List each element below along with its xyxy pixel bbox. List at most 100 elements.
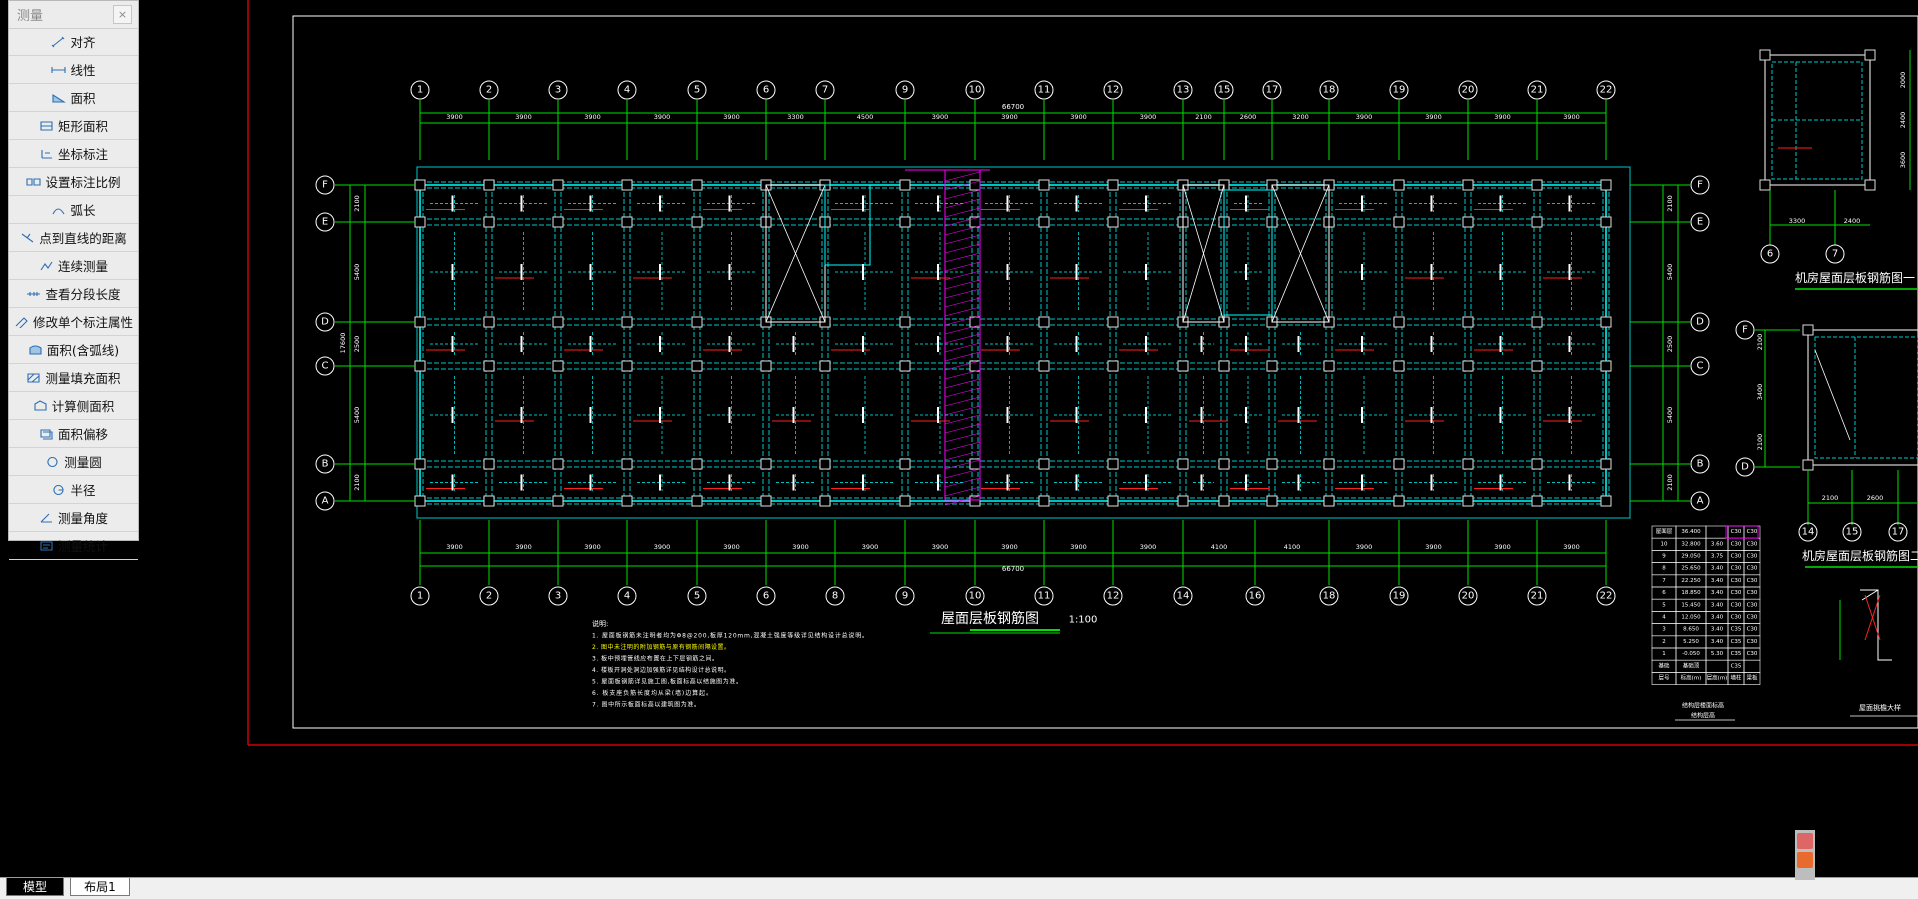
tool-rect-area[interactable]: 矩形面积 bbox=[9, 112, 138, 140]
hatch-line bbox=[944, 234, 981, 245]
undo-icon[interactable] bbox=[1797, 833, 1813, 849]
axis-label: 6 bbox=[763, 85, 769, 96]
tool-measure-circle[interactable]: 测量圆 bbox=[9, 448, 138, 476]
dim-span-bottom: 3900 bbox=[1425, 543, 1442, 551]
axis-label: 15 bbox=[1846, 527, 1859, 538]
column bbox=[1218, 458, 1230, 470]
rebar-mark bbox=[1430, 195, 1433, 212]
tool-scale-setting[interactable]: 设置标注比例 bbox=[9, 168, 138, 196]
note-line: 1. 屋面板钢筋未注明者均为Φ8@200,板厚120mm,混凝土强度等级详见结构… bbox=[592, 632, 868, 640]
dim-span-bottom: 3900 bbox=[1070, 543, 1087, 551]
rebar-mark bbox=[451, 474, 454, 491]
rebar-mark bbox=[1499, 195, 1502, 212]
tool-segment-length[interactable]: 查看分段长度 bbox=[9, 280, 138, 308]
linear-measure-icon bbox=[51, 66, 67, 73]
column bbox=[1107, 495, 1119, 507]
note-line: 7. 图中所示板面标高以建筑图为准。 bbox=[592, 701, 700, 709]
tool-align-measure[interactable]: 对齐 bbox=[9, 28, 138, 56]
coordinate-mark-icon bbox=[41, 149, 52, 159]
rebar-mark bbox=[862, 195, 864, 212]
axis-label: 10 bbox=[969, 85, 982, 96]
tool-label: 对齐 bbox=[70, 35, 96, 50]
tool-arc-length[interactable]: 弧长 bbox=[9, 196, 138, 224]
hatch-line bbox=[944, 252, 981, 263]
hatch-line bbox=[944, 207, 981, 218]
column bbox=[1531, 179, 1543, 191]
tool-continuous-measure[interactable]: 连续测量 bbox=[9, 252, 138, 280]
tool-radius[interactable]: 半径 bbox=[9, 476, 138, 504]
axis-label: 16 bbox=[1249, 591, 1262, 602]
tool-arc-area[interactable]: 面积(含弧线) bbox=[9, 336, 138, 364]
column bbox=[483, 179, 495, 191]
rebar-mark bbox=[659, 407, 661, 423]
tool-measure-angle[interactable]: 测量角度 bbox=[9, 504, 138, 532]
axis-label: 21 bbox=[1531, 591, 1544, 602]
rebar-mark bbox=[1361, 336, 1363, 352]
table-text: C30 bbox=[1747, 651, 1758, 657]
axis-label: 6 bbox=[763, 591, 769, 602]
tool-label: 线性 bbox=[70, 63, 96, 78]
table-text: 3.40 bbox=[1711, 602, 1724, 608]
detail1-dim-text: 2400 bbox=[1844, 217, 1861, 225]
column bbox=[1107, 316, 1119, 328]
drawing-canvas[interactable]: 66700 1 3900 2 3900 3 3900 4 3900 5 3900 6 3300 7 4500… bbox=[0, 0, 1918, 877]
segment-length-icon bbox=[27, 291, 41, 296]
column bbox=[1531, 458, 1543, 470]
tool-edit-mark[interactable]: 修改单个标注属性 bbox=[9, 308, 138, 336]
rebar-mark bbox=[937, 407, 939, 423]
column bbox=[899, 495, 911, 507]
hatch-line bbox=[944, 297, 981, 308]
measure-panel-header: 测量 × bbox=[9, 1, 138, 29]
rebar-mark bbox=[1430, 336, 1433, 352]
tab-model[interactable]: 模型 bbox=[6, 878, 64, 896]
rebar-mark bbox=[1200, 336, 1203, 352]
column bbox=[691, 495, 703, 507]
table-text: 25.650 bbox=[1681, 566, 1701, 572]
dim-left: 5400 bbox=[353, 264, 361, 281]
axis-label: 21 bbox=[1531, 85, 1544, 96]
column bbox=[552, 316, 564, 328]
tool-area-measure[interactable]: 面积 bbox=[9, 84, 138, 112]
tool-linear-measure[interactable]: 线性 bbox=[9, 56, 138, 84]
column bbox=[899, 179, 911, 191]
table-title: 结构层楼面标高 bbox=[1682, 702, 1724, 710]
rebar-mark bbox=[1568, 195, 1571, 212]
column bbox=[1038, 316, 1050, 328]
table-cell bbox=[1743, 659, 1761, 673]
tool-area-offset[interactable]: 面积偏移 bbox=[9, 420, 138, 448]
axis-label: C bbox=[322, 361, 329, 372]
tool-label: 计算侧面积 bbox=[51, 399, 115, 414]
axis-label: 1 bbox=[417, 591, 423, 602]
app-logo-icon[interactable] bbox=[1797, 852, 1813, 868]
rebar-mark bbox=[1245, 336, 1247, 352]
tool-point-line-distance[interactable]: 点到直线的距离 bbox=[9, 224, 138, 252]
column bbox=[691, 360, 703, 372]
column bbox=[691, 316, 703, 328]
axis-label: 4 bbox=[624, 85, 630, 96]
column bbox=[1600, 458, 1612, 470]
axis-label: 17 bbox=[1266, 85, 1279, 96]
rebar-mark bbox=[1245, 195, 1247, 212]
tool-hatch-area[interactable]: 测量填充面积 bbox=[9, 364, 138, 392]
table-text: 15.450 bbox=[1681, 602, 1701, 608]
axis-label: F bbox=[322, 180, 328, 191]
table-text: C30 bbox=[1731, 554, 1742, 560]
tool-label: 坐标标注 bbox=[57, 147, 108, 162]
rebar-mark bbox=[1006, 264, 1009, 280]
rebar-mark bbox=[1499, 407, 1502, 423]
column bbox=[1177, 495, 1189, 507]
tool-measure-stats[interactable]: 测量统计 bbox=[9, 532, 138, 560]
column bbox=[483, 316, 495, 328]
tool-side-area[interactable]: 计算侧面积 bbox=[9, 392, 138, 420]
close-icon[interactable]: × bbox=[113, 5, 132, 24]
detail2-vdim-text: 2100 bbox=[1756, 334, 1764, 351]
axis-label: 9 bbox=[902, 591, 908, 602]
tab-layout1[interactable]: 布局1 bbox=[70, 878, 130, 896]
tool-coordinate-mark[interactable]: 坐标标注 bbox=[9, 140, 138, 168]
table-text: C30 bbox=[1731, 541, 1742, 547]
axis-label: 20 bbox=[1462, 591, 1475, 602]
axis-label: D bbox=[1741, 462, 1749, 473]
column bbox=[1393, 360, 1405, 372]
rebar-mark bbox=[1145, 474, 1147, 491]
rebar-mark bbox=[1075, 474, 1078, 491]
